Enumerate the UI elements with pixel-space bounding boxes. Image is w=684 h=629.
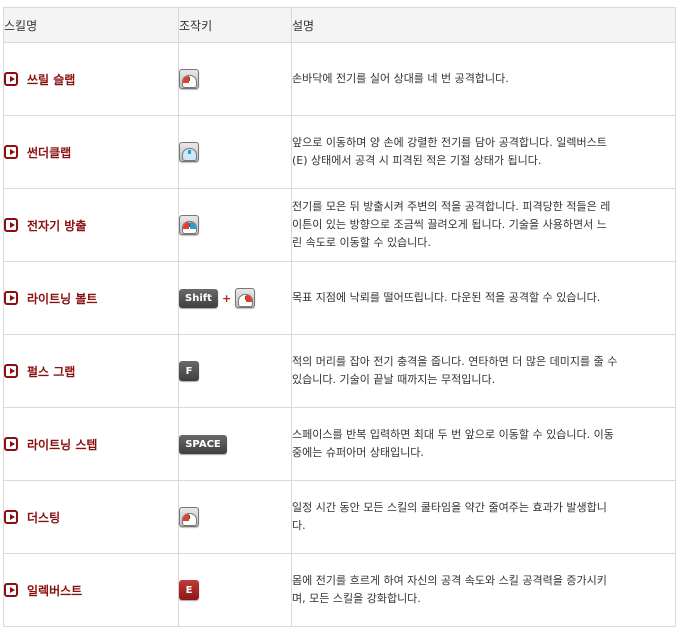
e-key-icon: E	[179, 580, 199, 600]
description-line: 다.	[292, 519, 306, 532]
skill-name-cell: 펄스 그랩	[3, 334, 179, 408]
skill-name-cell: 더스팅	[3, 480, 179, 554]
table-row: 일렉버스트 E 몸에 전기를 흐르게 하여 자신의 공격 속도와 스킬 공격력을…	[3, 553, 676, 627]
description-line: (E) 상태에서 공격 시 피격된 적은 기절 상태가 됩니다.	[292, 154, 542, 167]
skill-name-cell: 라이트닝 볼트	[3, 261, 179, 335]
skill-name: 더스팅	[27, 510, 61, 525]
control-key-cell	[178, 480, 292, 554]
control-key-cell: Shift +	[178, 261, 292, 335]
table-row: 라이트닝 스텝 SPACE 스페이스를 반복 입력하면 최대 두 번 앞으로 이…	[3, 407, 676, 481]
description-line: 손바닥에 전기를 실어 상대를 네 번 공격합니다.	[292, 72, 509, 85]
description-line: 며, 모든 스킬을 강화합니다.	[292, 592, 421, 605]
skill-description: 앞으로 이동하며 양 손에 강렬한 전기를 담아 공격합니다. 일렉버스트 (E…	[291, 115, 676, 189]
skill-table: 스킬명 조작키 설명 쓰릴 슬랩 손바닥에 전기를 실어 상대를 네 번 공격합…	[3, 7, 676, 627]
skill-name: 펄스 그랩	[27, 364, 76, 379]
control-key-cell	[178, 42, 292, 116]
control-key-cell: E	[178, 553, 292, 627]
skill-description: 일정 시간 동안 모든 스킬의 쿨타임을 약간 줄여주는 효과가 발생합니 다.	[291, 480, 676, 554]
table-row: 라이트닝 볼트 Shift + 목표 지점에 낙뢰를 떨어뜨립니다. 다운된 적…	[3, 261, 676, 335]
skill-name: 라이트닝 스텝	[27, 437, 98, 452]
play-icon[interactable]	[4, 291, 18, 305]
description-line: 중에는 슈퍼아머 상태입니다.	[292, 446, 424, 459]
description-line: 일정 시간 동안 모든 스킬의 쿨타임을 약간 줄여주는 효과가 발생합니	[292, 501, 607, 514]
skill-description: 목표 지점에 낙뢰를 떨어뜨립니다. 다운된 적을 공격할 수 있습니다.	[291, 261, 676, 335]
mouse-right-click-icon	[235, 288, 256, 308]
header-control-key: 조작키	[178, 7, 292, 43]
skill-name-cell: 썬더클랩	[3, 115, 179, 189]
description-line: 있습니다. 기술이 끝날 때까지는 무적입니다.	[292, 373, 496, 386]
control-key-cell: F	[178, 334, 292, 408]
skill-description: 몸에 전기를 흐르게 하여 자신의 공격 속도와 스킬 공격력을 증가시키 며,…	[291, 553, 676, 627]
skill-description: 스페이스를 반복 입력하면 최대 두 번 앞으로 이동할 수 있습니다. 이동 …	[291, 407, 676, 481]
control-key-cell	[178, 188, 292, 262]
skill-name-cell: 쓰릴 슬랩	[3, 42, 179, 116]
play-icon[interactable]	[4, 583, 18, 597]
skill-name-cell: 라이트닝 스텝	[3, 407, 179, 481]
skill-name: 쓰릴 슬랩	[27, 72, 76, 87]
skill-name: 라이트닝 볼트	[27, 291, 98, 306]
mouse-left-hold-icon	[179, 507, 199, 527]
f-key-icon: F	[179, 361, 199, 381]
table-row: 더스팅 일정 시간 동안 모든 스킬의 쿨타임을 약간 줄여주는 효과가 발생합…	[3, 480, 676, 554]
table-row: 썬더클랩 앞으로 이동하며 양 손에 강렬한 전기를 담아 공격합니다. 일렉버…	[3, 115, 676, 189]
table-row: 전자기 방출 전기를 모은 뒤 방출시켜 주변의 적을 공격합니다. 피격당한 …	[3, 188, 676, 262]
header-skill-name: 스킬명	[3, 7, 179, 43]
control-key-cell: SPACE	[178, 407, 292, 481]
mouse-both-click-icon	[179, 215, 199, 235]
skill-name-cell: 일렉버스트	[3, 553, 179, 627]
table-row: 펄스 그랩 F 적의 머리를 잡아 전기 충격을 줍니다. 연타하면 더 많은 …	[3, 334, 676, 408]
play-icon[interactable]	[4, 72, 18, 86]
skill-description: 손바닥에 전기를 실어 상대를 네 번 공격합니다.	[291, 42, 676, 116]
shift-key-icon: Shift	[179, 288, 218, 308]
description-line: 스페이스를 반복 입력하면 최대 두 번 앞으로 이동할 수 있습니다. 이동	[292, 428, 614, 441]
play-icon[interactable]	[4, 364, 18, 378]
skill-description: 전기를 모은 뒤 방출시켜 주변의 적을 공격합니다. 피격당한 적들은 레 이…	[291, 188, 676, 262]
skill-description: 적의 머리를 잡아 전기 충격을 줍니다. 연타하면 더 많은 데미지를 줄 수…	[291, 334, 676, 408]
mouse-wheel-icon	[179, 142, 199, 162]
description-line: 몸에 전기를 흐르게 하여 자신의 공격 속도와 스킬 공격력을 증가시키	[292, 574, 607, 587]
description-line: 앞으로 이동하며 양 손에 강렬한 전기를 담아 공격합니다. 일렉버스트	[292, 136, 607, 149]
play-icon[interactable]	[4, 218, 18, 232]
description-line: 전기를 모은 뒤 방출시켜 주변의 적을 공격합니다. 피격당한 적들은 레	[292, 200, 611, 213]
header-description: 설명	[291, 7, 676, 43]
play-icon[interactable]	[4, 437, 18, 451]
plus-sign: +	[222, 291, 232, 305]
skill-name: 일렉버스트	[27, 583, 83, 598]
description-line: 이튼이 있는 방향으로 조금씩 끌려오게 됩니다. 기술을 사용하면서 느	[292, 218, 607, 231]
description-line: 적의 머리를 잡아 전기 충격을 줍니다. 연타하면 더 많은 데미지를 줄 수	[292, 355, 618, 368]
play-icon[interactable]	[4, 510, 18, 524]
skill-table-container: 스킬명 조작키 설명 쓰릴 슬랩 손바닥에 전기를 실어 상대를 네 번 공격합…	[0, 0, 684, 629]
control-key-cell	[178, 115, 292, 189]
table-row: 쓰릴 슬랩 손바닥에 전기를 실어 상대를 네 번 공격합니다.	[3, 42, 676, 116]
play-icon[interactable]	[4, 145, 18, 159]
skill-name: 썬더클랩	[27, 145, 72, 160]
skill-name: 전자기 방출	[27, 218, 87, 233]
description-line: 목표 지점에 낙뢰를 떨어뜨립니다. 다운된 적을 공격할 수 있습니다.	[292, 291, 601, 304]
skill-name-cell: 전자기 방출	[3, 188, 179, 262]
space-key-icon: SPACE	[179, 434, 227, 454]
mouse-left-click-icon	[179, 69, 199, 89]
description-line: 린 속도로 이동할 수 있습니다.	[292, 236, 431, 249]
table-header-row: 스킬명 조작키 설명	[3, 7, 676, 43]
